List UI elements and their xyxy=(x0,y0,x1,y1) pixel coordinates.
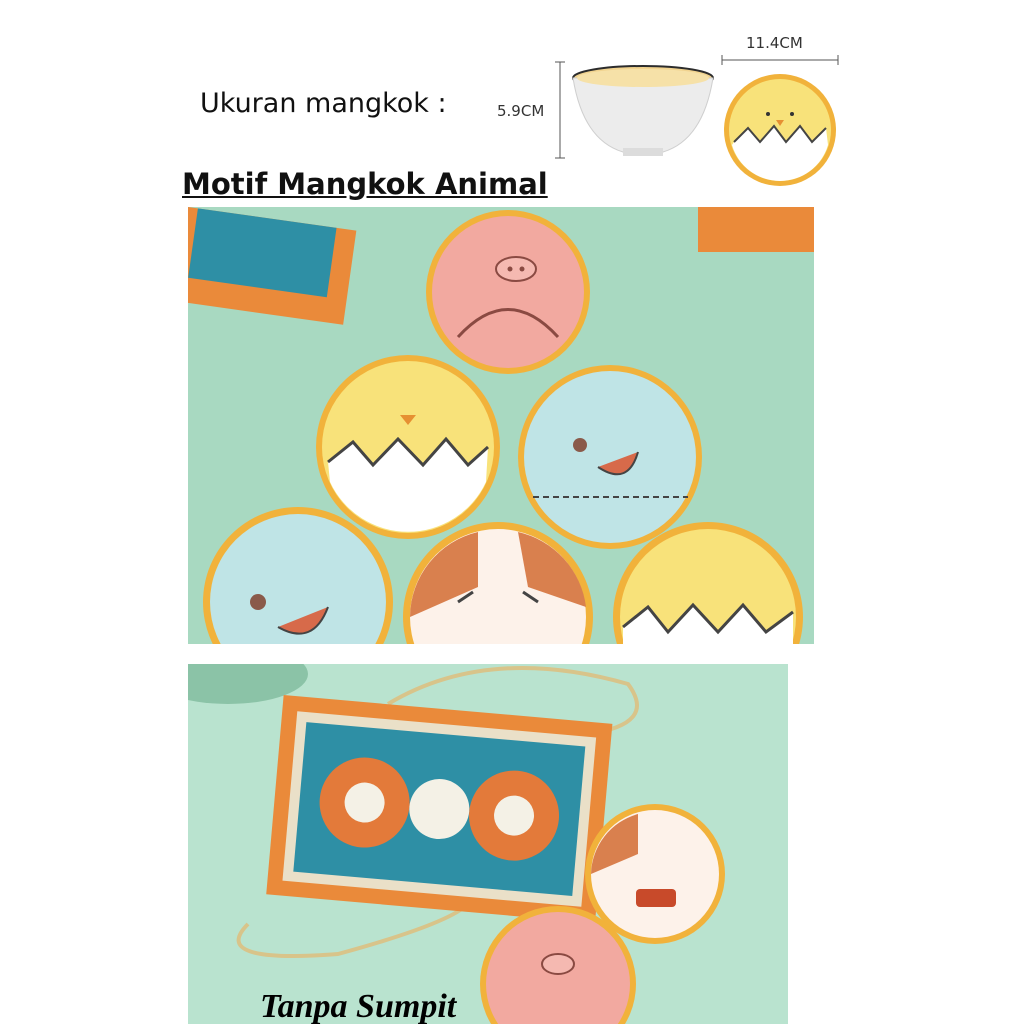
pig-bowl-icon xyxy=(426,210,590,374)
elephant-bowl-icon xyxy=(518,365,702,549)
bowl-side-view xyxy=(572,65,714,156)
chick-bowl-icon xyxy=(724,74,836,186)
caption-no-chopsticks: Tanpa Sumpit xyxy=(260,988,457,1025)
chick-bowl-icon xyxy=(316,355,500,539)
bowls-photo xyxy=(188,207,814,644)
gift-box-icon xyxy=(266,695,613,924)
giftbox-photo xyxy=(188,664,788,1024)
motif-title: Motif Mangkok Animal xyxy=(182,167,548,201)
